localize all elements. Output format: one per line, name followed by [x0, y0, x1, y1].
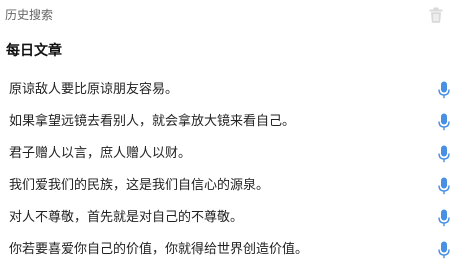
list-item-text: 我们爱我们的民族，这是我们自信心的源泉。 [9, 178, 270, 193]
list-item[interactable]: 君子赠人以言，庶人赠人以财。 [0, 138, 453, 170]
daily-articles-title: 每日文章 [6, 43, 62, 59]
daily-articles-list: 原谅敌人要比原谅朋友容易。 如果拿望远镜去看别人，就会拿放大镜来看自己。 君子赠… [0, 74, 453, 266]
microphone-icon[interactable] [438, 177, 450, 195]
trash-icon-graphic [429, 7, 443, 23]
page: 历史搜索 每日文章 原谅敌人要比原谅朋友容易。 如果拿望远镜去看别人，就会拿放大… [0, 0, 453, 272]
microphone-icon[interactable] [438, 209, 450, 227]
list-item[interactable]: 你若要喜爱你自己的价值，你就得给世界创造价值。 [0, 234, 453, 266]
list-item[interactable]: 原谅敌人要比原谅朋友容易。 [0, 74, 453, 106]
trash-icon[interactable] [429, 7, 443, 23]
list-item-text: 君子赠人以言，庶人赠人以财。 [9, 146, 192, 161]
list-item-text: 你若要喜爱你自己的价值，你就得给世界创造价值。 [9, 242, 309, 257]
history-search-header: 历史搜索 [0, 0, 453, 30]
history-search-title: 历史搜索 [5, 8, 54, 22]
list-item-text: 原谅敌人要比原谅朋友容易。 [9, 82, 179, 97]
list-item[interactable]: 我们爱我们的民族，这是我们自信心的源泉。 [0, 170, 453, 202]
microphone-icon[interactable] [438, 81, 450, 99]
list-item-text: 对人不尊敬，首先就是对自己的不尊敬。 [9, 210, 244, 225]
microphone-icon[interactable] [438, 113, 450, 131]
microphone-icon[interactable] [438, 145, 450, 163]
list-item-text: 如果拿望远镜去看别人，就会拿放大镜来看自己。 [9, 114, 296, 129]
list-item[interactable]: 如果拿望远镜去看别人，就会拿放大镜来看自己。 [0, 106, 453, 138]
microphone-icon[interactable] [438, 241, 450, 259]
list-item[interactable]: 对人不尊敬，首先就是对自己的不尊敬。 [0, 202, 453, 234]
